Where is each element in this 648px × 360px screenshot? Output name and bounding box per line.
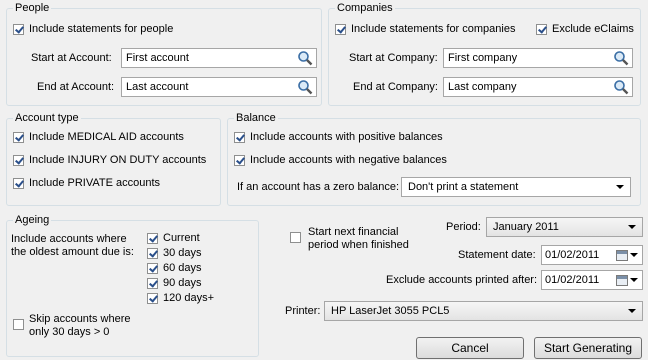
ageing-description-line2: the oldest amount due is:: [11, 246, 134, 258]
ageing-30-checkbox[interactable]: 30 days: [147, 247, 202, 259]
private-checkbox[interactable]: Include PRIVATE accounts: [13, 177, 160, 189]
ageing-group-title: Ageing: [13, 213, 52, 227]
cancel-button[interactable]: Cancel: [416, 337, 524, 359]
skip-accounts-line1: Skip accounts where: [29, 313, 131, 325]
start-company-label: Start at Company:: [349, 52, 438, 64]
medical-aid-label: Include MEDICAL AID accounts: [29, 131, 184, 143]
ageing-90-check[interactable]: [147, 277, 158, 289]
start-generating-button[interactable]: Start Generating: [534, 337, 642, 359]
include-people-checkbox[interactable]: Include statements for people: [13, 23, 173, 35]
account-type-group-title: Account type: [13, 111, 81, 125]
companies-group: Companies Include statements for compani…: [328, 1, 641, 106]
calendar-icon[interactable]: [616, 249, 628, 261]
search-icon[interactable]: [613, 50, 629, 66]
exclude-after-picker[interactable]: 01/02/2011: [541, 270, 643, 290]
include-companies-label: Include statements for companies: [351, 23, 516, 35]
next-period-line1: Start next financial: [308, 226, 399, 238]
injury-on-duty-label: Include INJURY ON DUTY accounts: [29, 154, 207, 166]
end-account-field[interactable]: Last account: [121, 77, 317, 97]
statement-date-value: 01/02/2011: [545, 249, 600, 261]
include-people-check[interactable]: [13, 23, 24, 35]
next-period-line2: period when finished: [308, 239, 409, 251]
ageing-group: Ageing Include accounts where the oldest…: [6, 213, 259, 357]
printer-value: HP LaserJet 3055 PCL5: [331, 305, 450, 317]
start-company-value: First company: [448, 52, 518, 64]
ageing-90-checkbox[interactable]: 90 days: [147, 277, 202, 289]
exclude-eclaims-check[interactable]: [536, 23, 547, 35]
negative-balance-checkbox[interactable]: Include accounts with negative balances: [234, 154, 447, 166]
ageing-90-label: 90 days: [163, 277, 202, 289]
private-check[interactable]: [13, 177, 24, 189]
balance-group: Balance Include accounts with positive b…: [227, 111, 641, 206]
search-icon[interactable]: [613, 79, 629, 95]
zero-balance-value: Don't print a statement: [408, 181, 519, 193]
ageing-current-check[interactable]: [147, 232, 158, 244]
medical-aid-checkbox[interactable]: Include MEDICAL AID accounts: [13, 131, 184, 143]
ageing-60-checkbox[interactable]: 60 days: [147, 262, 202, 274]
positive-balance-checkbox[interactable]: Include accounts with positive balances: [234, 131, 443, 143]
start-account-field[interactable]: First account: [121, 48, 317, 68]
injury-on-duty-check[interactable]: [13, 154, 24, 166]
next-period-check[interactable]: [290, 232, 301, 243]
negative-balance-check[interactable]: [234, 154, 245, 166]
private-label: Include PRIVATE accounts: [29, 177, 161, 189]
ageing-60-check[interactable]: [147, 262, 158, 274]
negative-balance-label: Include accounts with negative balances: [250, 154, 447, 166]
search-icon[interactable]: [297, 79, 313, 95]
period-select[interactable]: January 2011: [486, 217, 643, 237]
people-group: People Include statements for people Sta…: [6, 1, 322, 106]
account-type-group: Account type Include MEDICAL AID account…: [6, 111, 221, 206]
exclude-after-label: Exclude accounts printed after:: [386, 274, 538, 286]
skip-accounts-line2: only 30 days > 0: [29, 326, 110, 338]
include-people-label: Include statements for people: [29, 23, 174, 35]
medical-aid-check[interactable]: [13, 131, 24, 143]
ageing-60-label: 60 days: [163, 262, 202, 274]
ageing-30-check[interactable]: [147, 247, 158, 259]
search-icon[interactable]: [297, 50, 313, 66]
end-company-label: End at Company:: [353, 81, 438, 93]
exclude-eclaims-checkbox[interactable]: Exclude eClaims: [536, 23, 634, 35]
start-account-value: First account: [126, 52, 189, 64]
ageing-current-label: Current: [163, 232, 200, 244]
statement-date-label: Statement date:: [458, 249, 536, 261]
companies-group-title: Companies: [335, 1, 395, 15]
ageing-120-checkbox[interactable]: 120 days+: [147, 292, 214, 304]
ageing-120-label: 120 days+: [163, 292, 215, 304]
end-company-value: Last company: [448, 81, 517, 93]
end-company-field[interactable]: Last company: [443, 77, 633, 97]
end-account-value: Last account: [126, 81, 189, 93]
chevron-down-icon[interactable]: [628, 309, 636, 313]
printer-select[interactable]: HP LaserJet 3055 PCL5: [324, 301, 643, 321]
start-account-label: Start at Account:: [31, 52, 112, 64]
skip-accounts-check[interactable]: [13, 319, 24, 330]
chevron-down-icon[interactable]: [628, 225, 636, 229]
ageing-current-checkbox[interactable]: Current: [147, 232, 200, 244]
ageing-120-check[interactable]: [147, 292, 158, 304]
end-account-label: End at Account:: [37, 81, 115, 93]
include-companies-checkbox[interactable]: Include statements for companies: [335, 23, 515, 35]
positive-balance-check[interactable]: [234, 131, 245, 143]
printer-label: Printer:: [285, 305, 321, 317]
calendar-icon[interactable]: [616, 274, 628, 286]
positive-balance-label: Include accounts with positive balances: [250, 131, 443, 143]
injury-on-duty-checkbox[interactable]: Include INJURY ON DUTY accounts: [13, 154, 206, 166]
ageing-30-label: 30 days: [163, 247, 202, 259]
exclude-after-value: 01/02/2011: [545, 274, 600, 286]
statement-date-picker[interactable]: 01/02/2011: [541, 245, 643, 265]
zero-balance-label: If an account has a zero balance:: [237, 181, 400, 193]
period-label: Period:: [446, 221, 481, 233]
zero-balance-select[interactable]: Don't print a statement: [401, 177, 631, 197]
ageing-description-line1: Include accounts where: [11, 233, 127, 245]
start-company-field[interactable]: First company: [443, 48, 633, 68]
chevron-down-icon[interactable]: [630, 278, 638, 282]
include-companies-check[interactable]: [335, 23, 346, 35]
chevron-down-icon[interactable]: [630, 253, 638, 257]
chevron-down-icon[interactable]: [616, 185, 624, 189]
people-group-title: People: [13, 1, 52, 15]
exclude-eclaims-label: Exclude eClaims: [552, 23, 634, 35]
balance-group-title: Balance: [234, 111, 278, 125]
period-value: January 2011: [493, 221, 559, 233]
